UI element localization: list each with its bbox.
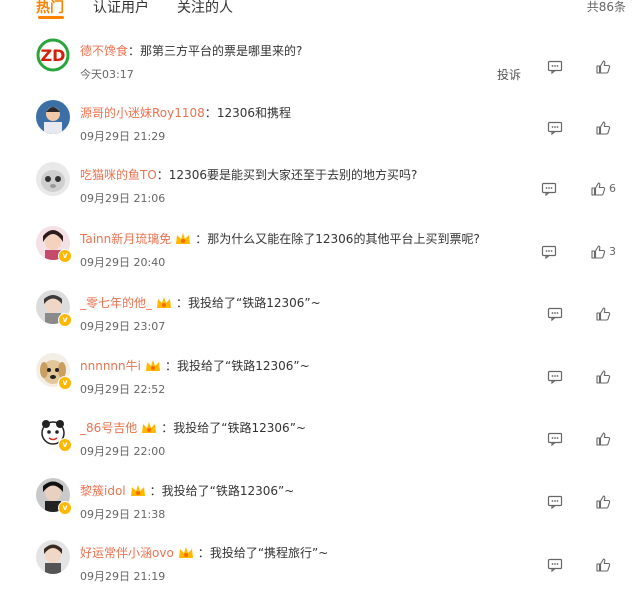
like-icon[interactable] bbox=[595, 369, 611, 385]
comment-text: 我投给了“铁路12306”~ bbox=[176, 359, 310, 373]
crown-icon bbox=[178, 547, 193, 558]
comment-item: v _零七年的他_ ：我投给了“铁路12306”~ 09月29日 23:07 bbox=[0, 290, 640, 352]
comment-time: 09月29日 21:38 bbox=[80, 508, 166, 521]
reply-icon[interactable] bbox=[547, 120, 563, 136]
comment-time: 09月29日 22:00 bbox=[80, 445, 166, 458]
reply-icon[interactable] bbox=[547, 431, 563, 447]
comment-username[interactable]: 黎簇idol bbox=[80, 484, 126, 498]
comment-text: 那第三方平台的票是哪里来的? bbox=[140, 44, 303, 58]
like-icon[interactable] bbox=[595, 120, 611, 136]
svg-text:ZD: ZD bbox=[41, 46, 66, 65]
tab-following[interactable]: 关注的人 bbox=[177, 0, 233, 17]
like-icon[interactable] bbox=[595, 494, 611, 510]
comment-time: 09月29日 21:29 bbox=[80, 130, 166, 143]
comment-item: v 黎簇idol ：我投给了“铁路12306”~ 09月29日 21:38 bbox=[0, 478, 640, 540]
comment-text: 我投给了“铁路12306”~ bbox=[161, 484, 295, 498]
vip-badge: v bbox=[58, 438, 72, 452]
comment-username[interactable]: 德不馋食 bbox=[80, 44, 128, 58]
like-count: 6 bbox=[609, 182, 616, 195]
like-icon[interactable] bbox=[595, 557, 611, 573]
reply-icon[interactable] bbox=[547, 369, 563, 385]
like-icon[interactable] bbox=[590, 244, 606, 260]
avatar[interactable] bbox=[36, 162, 70, 196]
comment-total-count: 共86条 bbox=[586, 0, 626, 14]
tab-hot[interactable]: 热门 bbox=[36, 0, 64, 17]
comment-item: ZD 德不馋食：那第三方平台的票是哪里来的? 今天03:17 投诉 bbox=[0, 38, 640, 100]
crown-icon bbox=[130, 485, 145, 496]
reply-icon[interactable] bbox=[547, 557, 563, 573]
crown-icon bbox=[145, 360, 160, 371]
like-icon[interactable] bbox=[595, 59, 611, 75]
tab-active-indicator bbox=[38, 16, 64, 19]
comment-time: 09月29日 23:07 bbox=[80, 320, 166, 333]
comment-username[interactable]: 源哥的小迷妹Roy1108 bbox=[80, 106, 205, 120]
comment-item: 好运常伴小涵ovo ：我投给了“携程旅行”~ 09月29日 21:19 bbox=[0, 540, 640, 602]
comment-time: 09月29日 22:52 bbox=[80, 383, 166, 396]
reply-icon[interactable] bbox=[541, 244, 557, 260]
avatar[interactable] bbox=[36, 540, 70, 574]
reply-icon[interactable] bbox=[547, 306, 563, 322]
comment-username[interactable]: Tainn新月琉璃免 bbox=[80, 232, 171, 246]
crown-icon bbox=[157, 297, 172, 308]
like-icon[interactable] bbox=[595, 431, 611, 447]
comment-username[interactable]: nnnnnn牛i bbox=[80, 359, 141, 373]
comment-item: 源哥的小迷妹Roy1108：12306和携程 09月29日 21:29 bbox=[0, 100, 640, 162]
comment-time: 09月29日 20:40 bbox=[80, 256, 166, 269]
reply-icon[interactable] bbox=[547, 494, 563, 510]
vip-badge: v bbox=[58, 249, 72, 263]
avatar[interactable] bbox=[36, 100, 70, 134]
comment-text: 12306要是能买到大家还至于去别的地方买吗? bbox=[168, 168, 418, 182]
comment-time: 09月29日 21:06 bbox=[80, 192, 166, 205]
crown-icon bbox=[142, 422, 157, 433]
comment-text: 12306和携程 bbox=[216, 106, 291, 120]
avatar[interactable]: ZD bbox=[36, 38, 70, 72]
like-icon[interactable] bbox=[590, 181, 606, 197]
comment-text: 我投给了“铁路12306”~ bbox=[188, 296, 321, 310]
crown-icon bbox=[176, 233, 191, 244]
like-count: 3 bbox=[609, 245, 616, 258]
tab-verified-users[interactable]: 认证用户 bbox=[93, 0, 149, 17]
comment-time: 09月29日 21:19 bbox=[80, 570, 166, 583]
reply-icon[interactable] bbox=[541, 181, 557, 197]
reply-icon[interactable] bbox=[547, 59, 563, 75]
comment-text: 那为什么又能在除了12306的其他平台上买到票呢? bbox=[207, 232, 480, 246]
vip-badge: v bbox=[58, 501, 72, 515]
comment-username[interactable]: 好运常伴小涵ovo bbox=[80, 546, 174, 560]
comment-username[interactable]: 吃猫咪的鱼TO bbox=[80, 168, 157, 182]
vip-badge: v bbox=[58, 313, 72, 327]
comment-time: 今天03:17 bbox=[80, 68, 134, 81]
comment-tabs: 热门 认证用户 关注的人 共86条 bbox=[0, 0, 640, 22]
report-button[interactable]: 投诉 bbox=[497, 66, 521, 83]
like-icon[interactable] bbox=[595, 306, 611, 322]
comment-text: 我投给了“携程旅行”~ bbox=[209, 546, 329, 560]
comment-username[interactable]: _零七年的他_ bbox=[80, 296, 152, 310]
comment-text: 我投给了“铁路12306”~ bbox=[173, 421, 306, 435]
comment-item: v _86号吉他 ：我投给了“铁路12306”~ 09月29日 22:00 bbox=[0, 415, 640, 477]
comment-item: v nnnnnn牛i ：我投给了“铁路12306”~ 09月29日 22:52 bbox=[0, 353, 640, 415]
vip-badge: v bbox=[58, 376, 72, 390]
comment-username[interactable]: _86号吉他 bbox=[80, 421, 137, 435]
